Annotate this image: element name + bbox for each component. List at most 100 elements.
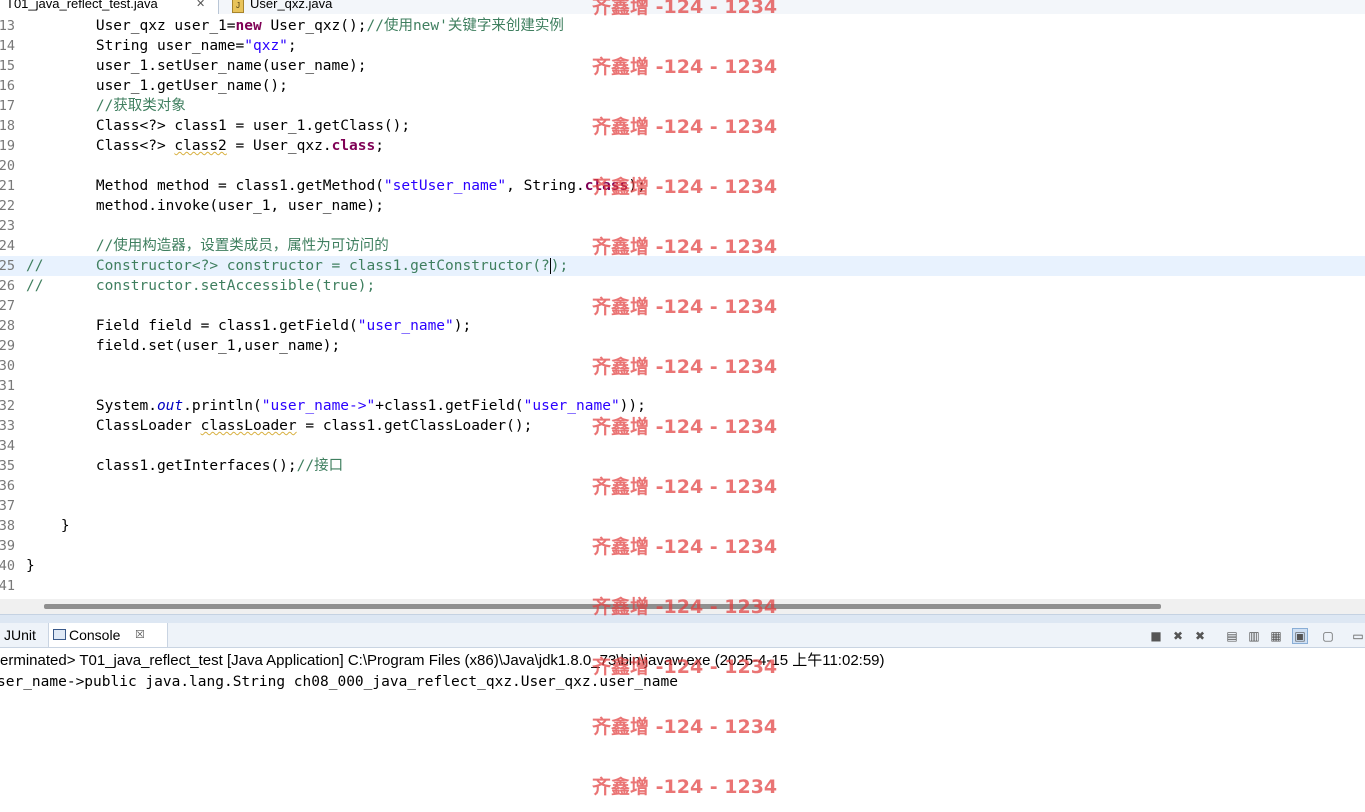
- line-number: 24: [0, 238, 15, 254]
- code-text: }: [26, 556, 35, 576]
- tab-label: JUnit: [4, 627, 36, 643]
- code-text: user_1.getUser_name();: [26, 76, 288, 96]
- code-token: //获取类对象: [26, 98, 186, 114]
- code-text: Method method = class1.getMethod("setUse…: [26, 176, 646, 196]
- code-token: classLoader: [200, 418, 297, 434]
- line-number: 19: [0, 138, 15, 154]
- code-line[interactable]: 29 field.set(user_1,user_name);: [0, 336, 1365, 356]
- code-token: }: [26, 558, 35, 574]
- code-text: }: [26, 516, 70, 536]
- line-number: 23: [0, 218, 15, 234]
- tab-junit[interactable]: JUnit: [4, 623, 36, 647]
- code-line[interactable]: 31: [0, 376, 1365, 396]
- code-line[interactable]: 15 user_1.setUser_name(user_name);: [0, 56, 1365, 76]
- clear-console-icon[interactable]: ▤: [1224, 628, 1240, 644]
- tab-user-qxz[interactable]: J User_qxz.java: [228, 0, 368, 14]
- code-text: ClassLoader classLoader = class1.getClas…: [26, 416, 533, 436]
- tab-label: T01_java_reflect_test.java: [6, 0, 158, 11]
- code-line[interactable]: 19 Class<?> class2 = User_qxz.class;: [0, 136, 1365, 156]
- line-number: 15: [0, 58, 15, 74]
- code-line[interactable]: 38 }: [0, 516, 1365, 536]
- show-on-stderr-icon[interactable]: ▢: [1320, 628, 1336, 644]
- code-token: //使用new'关键字来创建实例: [366, 18, 564, 34]
- code-line[interactable]: 37: [0, 496, 1365, 516]
- code-line[interactable]: 13 User_qxz user_1=new User_qxz();//使用ne…: [0, 16, 1365, 36]
- line-number: 26: [0, 278, 15, 294]
- code-token: user_1.setUser_name(user_name);: [26, 58, 367, 74]
- code-text: Field field = class1.getField("user_name…: [26, 316, 471, 336]
- code-token: Class<?> class1 = user_1.getClass();: [26, 118, 411, 134]
- scrollbar-thumb[interactable]: [44, 604, 1161, 609]
- java-file-icon: J: [232, 0, 244, 13]
- code-token: System.: [26, 398, 157, 414]
- code-token: // Constructor<?> constructor = class1.g…: [26, 258, 550, 274]
- code-line[interactable]: 26 // constructor.setAccessible(true);: [0, 276, 1365, 296]
- code-editor[interactable]: 13 User_qxz user_1=new User_qxz();//使用ne…: [0, 14, 1365, 599]
- code-token: field.set(user_1,user_name);: [26, 338, 341, 354]
- code-token: class: [331, 138, 376, 154]
- tab-label: User_qxz.java: [250, 0, 333, 11]
- code-token: Field field = class1.getField(: [26, 318, 358, 334]
- code-line[interactable]: 33 ClassLoader classLoader = class1.getC…: [0, 416, 1365, 436]
- code-line[interactable]: 40}: [0, 556, 1365, 576]
- show-on-stdout-icon[interactable]: ▣: [1292, 628, 1308, 644]
- code-line[interactable]: 35 class1.getInterfaces();//接口: [0, 456, 1365, 476]
- line-number: 20: [0, 158, 15, 174]
- code-text: user_1.setUser_name(user_name);: [26, 56, 367, 76]
- code-line[interactable]: 34: [0, 436, 1365, 456]
- display-console-icon[interactable]: ▭: [1350, 628, 1365, 644]
- code-line[interactable]: 41: [0, 576, 1365, 596]
- code-line[interactable]: 28 Field field = class1.getField("user_n…: [0, 316, 1365, 336]
- code-token: //接口: [296, 458, 344, 474]
- line-number: 33: [0, 418, 15, 434]
- code-line[interactable]: 18 Class<?> class1 = user_1.getClass();: [0, 116, 1365, 136]
- terminate-icon[interactable]: ■: [1148, 628, 1164, 644]
- code-line[interactable]: 23: [0, 216, 1365, 236]
- tab-console[interactable]: Console ☒: [48, 623, 168, 647]
- code-line[interactable]: 17 //获取类对象: [0, 96, 1365, 116]
- horizontal-scrollbar[interactable]: [0, 599, 1365, 614]
- code-line[interactable]: 21 Method method = class1.getMethod("set…: [0, 176, 1365, 196]
- line-number: 13: [0, 18, 15, 34]
- code-text: Class<?> class1 = user_1.getClass();: [26, 116, 410, 136]
- code-line[interactable]: 16 user_1.getUser_name();: [0, 76, 1365, 96]
- tab-t01-java-reflect-test[interactable]: T01_java_reflect_test.java ✕: [0, 0, 219, 14]
- close-tab-icon[interactable]: ✕: [196, 0, 205, 12]
- code-line[interactable]: 24 //使用构造器，设置类成员，属性为可访问的: [0, 236, 1365, 256]
- code-token: );: [628, 178, 646, 194]
- code-line[interactable]: 39: [0, 536, 1365, 556]
- close-tab-icon[interactable]: ☒: [135, 623, 145, 647]
- line-number: 16: [0, 78, 15, 94]
- editor-tab-bar: T01_java_reflect_test.java ✕ J User_qxz.…: [0, 0, 1365, 15]
- code-token: Method method = class1.getMethod(: [26, 178, 384, 194]
- code-text: String user_name="qxz";: [26, 36, 297, 56]
- code-line[interactable]: 30: [0, 356, 1365, 376]
- line-number: 28: [0, 318, 15, 334]
- code-line[interactable]: 25 // Constructor<?> constructor = class1…: [0, 256, 1365, 276]
- watermark-text: 齐鑫增 -124 - 1234: [592, 776, 778, 798]
- line-number: 32: [0, 398, 15, 414]
- code-line[interactable]: 27: [0, 296, 1365, 316]
- code-line[interactable]: 14 String user_name="qxz";: [0, 36, 1365, 56]
- code-text: Class<?> class2 = User_qxz.class;: [26, 136, 384, 156]
- code-token: "user_name->": [261, 398, 376, 414]
- line-number: 37: [0, 498, 15, 514]
- code-line[interactable]: 20: [0, 156, 1365, 176]
- code-text: field.set(user_1,user_name);: [26, 336, 340, 356]
- code-token: // constructor.setAccessible(true);: [26, 278, 376, 294]
- code-line[interactable]: 32 System.out.println("user_name->"+clas…: [0, 396, 1365, 416]
- line-number: 41: [0, 578, 15, 594]
- code-token: = User_qxz.: [226, 138, 332, 154]
- word-wrap-icon[interactable]: ▦: [1268, 628, 1284, 644]
- remove-launch-icon[interactable]: ✖: [1170, 628, 1186, 644]
- scroll-lock-icon[interactable]: ▥: [1246, 628, 1262, 644]
- code-text: method.invoke(user_1, user_name);: [26, 196, 384, 216]
- code-token: "user_name": [523, 398, 620, 414]
- code-line[interactable]: 22 method.invoke(user_1, user_name);: [0, 196, 1365, 216]
- remove-all-icon[interactable]: ✖: [1192, 628, 1208, 644]
- code-token: out: [156, 398, 184, 414]
- code-line[interactable]: 36: [0, 476, 1365, 496]
- code-token: ;: [375, 138, 384, 154]
- line-number: 22: [0, 198, 15, 214]
- code-token: User_qxz user_1=: [26, 18, 236, 34]
